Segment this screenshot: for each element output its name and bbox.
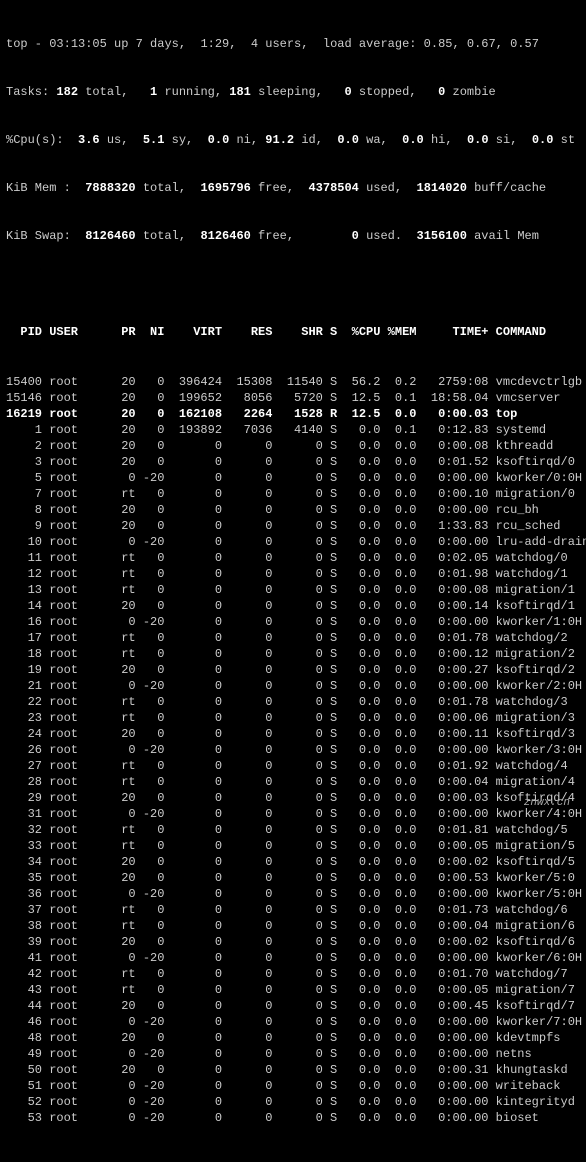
process-row: 8 root 20 0 0 0 0 S 0.0 0.0 0:00.00 rcu_… [6,502,580,518]
process-row: 1 root 20 0 193892 7036 4140 S 0.0 0.1 0… [6,422,580,438]
process-row: 36 root 0 -20 0 0 0 S 0.0 0.0 0:00.00 kw… [6,886,580,902]
terminal-output[interactable]: top - 03:13:05 up 7 days, 1:29, 4 users,… [0,0,586,1162]
process-row: 16219 root 20 0 162108 2264 1528 R 12.5 … [6,406,580,422]
process-row: 23 root rt 0 0 0 0 S 0.0 0.0 0:00.06 mig… [6,710,580,726]
process-row: 42 root rt 0 0 0 0 S 0.0 0.0 0:01.70 wat… [6,966,580,982]
process-row: 35 root 20 0 0 0 0 S 0.0 0.0 0:00.53 kwo… [6,870,580,886]
process-row: 28 root rt 0 0 0 0 S 0.0 0.0 0:00.04 mig… [6,774,580,790]
process-row: 29 root 20 0 0 0 0 S 0.0 0.0 0:00.03 kso… [6,790,580,806]
process-row: 13 root rt 0 0 0 0 S 0.0 0.0 0:00.08 mig… [6,582,580,598]
process-row: 15146 root 20 0 199652 8056 5720 S 12.5 … [6,390,580,406]
process-row: 9 root 20 0 0 0 0 S 0.0 0.0 1:33.83 rcu_… [6,518,580,534]
summary-line-tasks: Tasks: 182 total, 1 running, 181 sleepin… [6,84,580,100]
summary-line-mem: KiB Mem : 7888320 total, 1695796 free, 4… [6,180,580,196]
blank-line [6,276,580,292]
process-row: 26 root 0 -20 0 0 0 S 0.0 0.0 0:00.00 kw… [6,742,580,758]
process-row: 33 root rt 0 0 0 0 S 0.0 0.0 0:00.05 mig… [6,838,580,854]
process-row: 31 root 0 -20 0 0 0 S 0.0 0.0 0:00.00 kw… [6,806,580,822]
process-row: 37 root rt 0 0 0 0 S 0.0 0.0 0:01.73 wat… [6,902,580,918]
process-row: 19 root 20 0 0 0 0 S 0.0 0.0 0:00.27 kso… [6,662,580,678]
summary-line-cpu: %Cpu(s): 3.6 us, 5.1 sy, 0.0 ni, 91.2 id… [6,132,580,148]
process-row: 15400 root 20 0 396424 15308 11540 S 56.… [6,374,580,390]
summary-line-uptime: top - 03:13:05 up 7 days, 1:29, 4 users,… [6,36,580,52]
process-row: 44 root 20 0 0 0 0 S 0.0 0.0 0:00.45 kso… [6,998,580,1014]
process-row: 39 root 20 0 0 0 0 S 0.0 0.0 0:00.02 kso… [6,934,580,950]
summary-line-swap: KiB Swap: 8126460 total, 8126460 free, 0… [6,228,580,244]
process-row: 46 root 0 -20 0 0 0 S 0.0 0.0 0:00.00 kw… [6,1014,580,1030]
process-row: 32 root rt 0 0 0 0 S 0.0 0.0 0:01.81 wat… [6,822,580,838]
process-row: 51 root 0 -20 0 0 0 S 0.0 0.0 0:00.00 wr… [6,1078,580,1094]
process-row: 53 root 0 -20 0 0 0 S 0.0 0.0 0:00.00 bi… [6,1110,580,1126]
process-row: 50 root 20 0 0 0 0 S 0.0 0.0 0:00.31 khu… [6,1062,580,1078]
process-row: 27 root rt 0 0 0 0 S 0.0 0.0 0:01.92 wat… [6,758,580,774]
process-row: 52 root 0 -20 0 0 0 S 0.0 0.0 0:00.00 ki… [6,1094,580,1110]
process-row: 14 root 20 0 0 0 0 S 0.0 0.0 0:00.14 kso… [6,598,580,614]
process-row: 17 root rt 0 0 0 0 S 0.0 0.0 0:01.78 wat… [6,630,580,646]
process-row: 21 root 0 -20 0 0 0 S 0.0 0.0 0:00.00 kw… [6,678,580,694]
process-row: 18 root rt 0 0 0 0 S 0.0 0.0 0:00.12 mig… [6,646,580,662]
process-row: 41 root 0 -20 0 0 0 S 0.0 0.0 0:00.00 kw… [6,950,580,966]
process-row: 22 root rt 0 0 0 0 S 0.0 0.0 0:01.78 wat… [6,694,580,710]
process-row: 7 root rt 0 0 0 0 S 0.0 0.0 0:00.10 migr… [6,486,580,502]
process-table-header: PID USER PR NI VIRT RES SHR S %CPU %MEM … [6,324,580,340]
process-row: 49 root 0 -20 0 0 0 S 0.0 0.0 0:00.00 ne… [6,1046,580,1062]
process-table-body: 15400 root 20 0 396424 15308 11540 S 56.… [6,374,580,1126]
process-row: 11 root rt 0 0 0 0 S 0.0 0.0 0:02.05 wat… [6,550,580,566]
process-row: 43 root rt 0 0 0 0 S 0.0 0.0 0:00.05 mig… [6,982,580,998]
process-row: 3 root 20 0 0 0 0 S 0.0 0.0 0:01.52 ksof… [6,454,580,470]
process-row: 34 root 20 0 0 0 0 S 0.0 0.0 0:00.02 kso… [6,854,580,870]
process-row: 2 root 20 0 0 0 0 S 0.0 0.0 0:00.08 kthr… [6,438,580,454]
process-row: 24 root 20 0 0 0 0 S 0.0 0.0 0:00.11 kso… [6,726,580,742]
process-row: 38 root rt 0 0 0 0 S 0.0 0.0 0:00.04 mig… [6,918,580,934]
process-row: 10 root 0 -20 0 0 0 S 0.0 0.0 0:00.00 lr… [6,534,580,550]
process-row: 16 root 0 -20 0 0 0 S 0.0 0.0 0:00.00 kw… [6,614,580,630]
process-row: 48 root 20 0 0 0 0 S 0.0 0.0 0:00.00 kde… [6,1030,580,1046]
process-row: 12 root rt 0 0 0 0 S 0.0 0.0 0:01.98 wat… [6,566,580,582]
process-row: 5 root 0 -20 0 0 0 S 0.0 0.0 0:00.00 kwo… [6,470,580,486]
